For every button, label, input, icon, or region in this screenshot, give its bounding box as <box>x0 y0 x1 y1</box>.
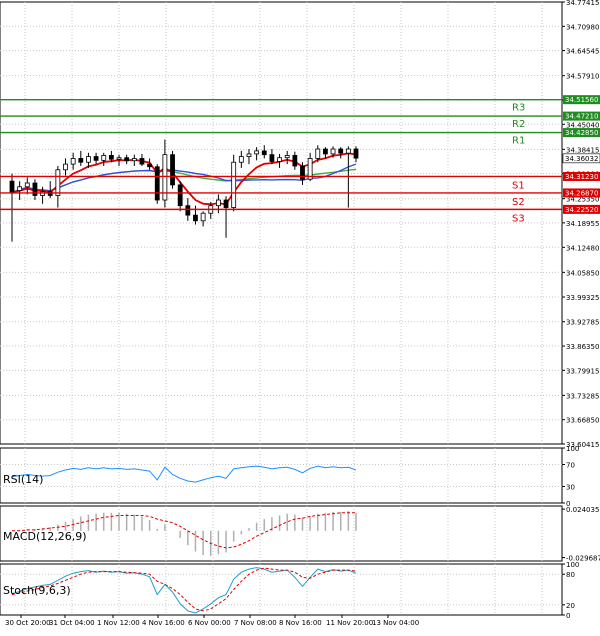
chart-svg: 34.7741534.7098034.6454534.5791034.51475… <box>0 0 600 632</box>
candle-bull <box>131 158 137 162</box>
stoch-panel: 100 80 20 0 Stoch(9,6,3) <box>0 561 579 620</box>
candle-bear <box>261 150 267 156</box>
candle-bull <box>200 212 206 222</box>
y-tick-label: 33.99325 <box>566 294 599 302</box>
candle-bull <box>24 182 30 188</box>
level-price-label-r3: 34.51560 <box>565 96 598 104</box>
y-tick-label: 33.66850 <box>566 417 599 425</box>
y-tick-label: 34.05850 <box>566 269 599 277</box>
candle-bull <box>330 148 336 155</box>
y-tick-label: 34.18955 <box>566 220 599 228</box>
level-name-s3: S3 <box>512 213 525 224</box>
candle-bull <box>254 150 260 155</box>
level-price-label-r2: 34.47210 <box>565 113 598 121</box>
y-tick-label: 0.024035 <box>566 506 599 514</box>
y-tick-label: 34.57910 <box>566 73 599 81</box>
candle-bull <box>277 157 282 162</box>
y-tick-label: 100 <box>566 445 579 453</box>
candle-bear <box>338 148 344 154</box>
level-name-r1: R1 <box>512 136 525 147</box>
candle-bull <box>238 156 244 163</box>
x-tick-label: 1 Nov 12:00 <box>97 619 140 627</box>
panel-frame <box>0 447 563 504</box>
x-tick-label: 6 Nov 00:00 <box>188 619 231 627</box>
candle-bear <box>223 199 229 208</box>
panel-frame <box>0 563 563 616</box>
macd-title: MACD(12,26,9) <box>3 530 87 543</box>
x-tick-label: 8 Nov 16:00 <box>279 619 322 627</box>
forex-chart: 34.7741534.7098034.6454534.5791034.51475… <box>0 0 600 632</box>
y-tick-label: 0 <box>566 612 570 620</box>
rsi-panel: 10070300RSI(14) <box>0 445 579 508</box>
candle-bull <box>231 161 237 208</box>
x-tick-label: 11 Nov 20:00 <box>326 619 373 627</box>
macd-panel: 0.024035-0.029687MACD(12,26,9) <box>0 505 600 563</box>
level-price-label-s3: 34.22520 <box>565 206 598 214</box>
candle-bear <box>193 214 198 222</box>
candle-bear <box>78 158 84 163</box>
candle-bull <box>246 153 252 157</box>
candle-bull <box>284 155 290 159</box>
candle-bull <box>215 199 221 207</box>
candle-bull <box>70 158 76 165</box>
level-price-label-s1: 34.31230 <box>565 173 598 181</box>
candle-bear <box>353 148 359 159</box>
candle-bear <box>139 158 145 165</box>
price-panel: 34.7741534.7098034.6454534.5791034.51475… <box>0 0 600 449</box>
y-tick-label: 33.92785 <box>566 319 599 327</box>
candle-bear <box>108 155 114 160</box>
candle-bull <box>315 148 321 159</box>
x-tick-label: 4 Nov 16:00 <box>142 619 185 627</box>
current-price-label: 34.36032 <box>565 155 598 163</box>
y-tick-label: 34.38415 <box>566 146 599 154</box>
level-name-s2: S2 <box>512 197 525 208</box>
candle-bear <box>269 154 275 162</box>
level-price-label-s2: 34.26870 <box>565 189 598 197</box>
y-tick-label: 33.86350 <box>566 343 599 351</box>
candle-bear <box>170 154 175 186</box>
candle-bull <box>345 148 351 154</box>
rsi-title: RSI(14) <box>3 473 43 486</box>
candle-bull <box>63 163 68 171</box>
candle-bear <box>93 156 99 161</box>
candle-bull <box>116 157 122 160</box>
y-tick-label: 34.70980 <box>566 23 599 31</box>
y-tick-label: 20 <box>566 602 575 610</box>
y-tick-label: 34.64545 <box>566 48 599 56</box>
candle-bear <box>185 205 191 216</box>
candle-bear <box>124 157 130 162</box>
level-name-r3: R3 <box>512 103 525 114</box>
level-price-label-r1: 34.42850 <box>565 129 598 137</box>
candle-bull <box>101 155 107 161</box>
level-name-r2: R2 <box>512 119 525 130</box>
x-tick-label: 7 Nov 08:00 <box>234 619 277 627</box>
y-tick-label: 80 <box>566 571 575 579</box>
candle-bear <box>300 165 305 180</box>
candle-bull <box>17 186 23 191</box>
x-tick-label: 31 Oct 04:00 <box>49 619 95 627</box>
candle-bear <box>323 148 328 155</box>
y-tick-label: 70 <box>566 462 575 470</box>
x-tick-label: 13 Nov 04:00 <box>372 619 419 627</box>
y-tick-label: 34.77415 <box>566 0 599 7</box>
y-tick-label: 100 <box>566 561 579 569</box>
y-tick-label: 33.73285 <box>566 392 599 400</box>
candle-bear <box>9 180 15 193</box>
candle-bear <box>147 163 153 168</box>
candle-bear <box>177 184 183 207</box>
y-tick-label: 33.79915 <box>566 367 599 375</box>
candle-bull <box>86 156 91 163</box>
candle-bull <box>55 169 61 196</box>
y-tick-label: 34.12480 <box>566 244 599 252</box>
x-tick-label: 30 Oct 20:00 <box>5 619 51 627</box>
candle-bear <box>154 166 160 201</box>
y-tick-label: 30 <box>566 484 575 492</box>
candle-bear <box>292 155 298 167</box>
level-name-s1: S1 <box>512 180 525 191</box>
stoch-title: Stoch(9,6,3) <box>3 584 71 597</box>
